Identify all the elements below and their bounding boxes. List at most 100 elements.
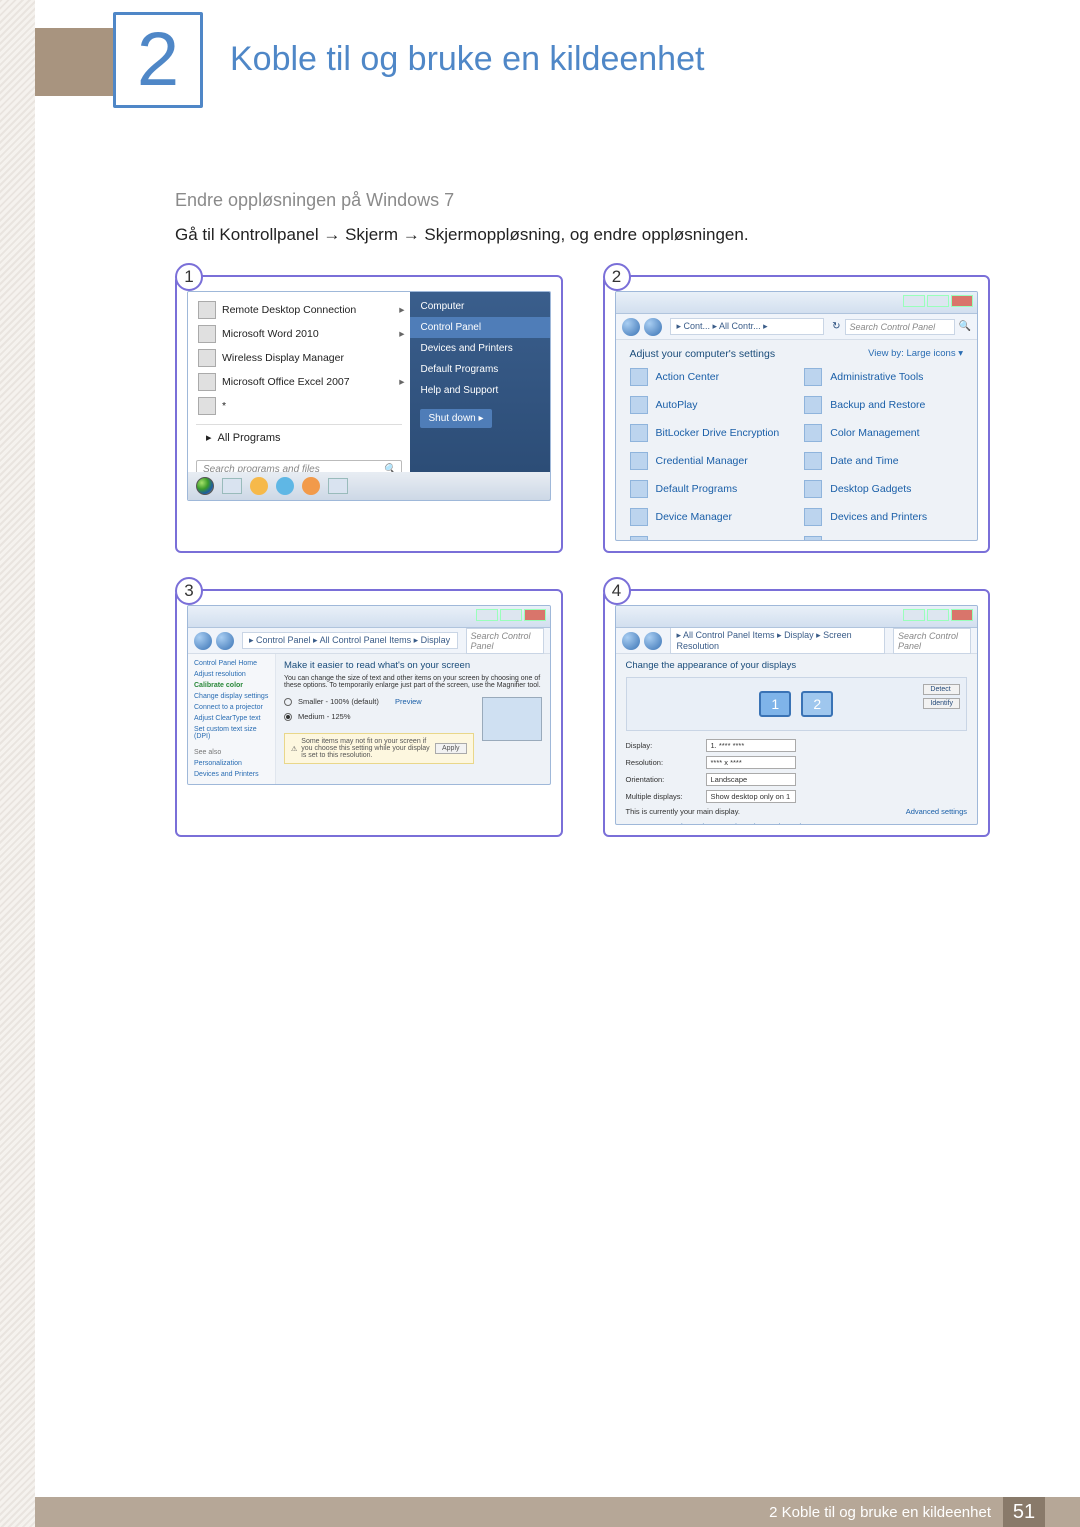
- right-panel-item[interactable]: Computer: [410, 296, 549, 317]
- display-select[interactable]: 1. **** ****: [706, 739, 796, 752]
- side-change[interactable]: Change display settings: [194, 693, 269, 700]
- cp-item[interactable]: Color Management: [804, 424, 963, 442]
- section-heading: Endre oppløsningen på Windows 7: [175, 190, 990, 211]
- window-titlebar: [188, 606, 550, 628]
- advanced-link[interactable]: Advanced settings: [906, 807, 967, 816]
- resolution-select[interactable]: **** x ****: [706, 756, 796, 769]
- section-instruction: Gå til Kontrollpanel → Skjerm → Skjermop…: [175, 225, 990, 245]
- cp-label: AutoPlay: [656, 399, 698, 411]
- side-calibrate[interactable]: Calibrate color: [194, 682, 269, 689]
- cp-item[interactable]: Display: [630, 536, 789, 541]
- search-input[interactable]: Search Control Panel: [893, 628, 971, 654]
- side-cleartype[interactable]: Adjust ClearType text: [194, 715, 269, 722]
- breadcrumb[interactable]: ▸ All Control Panel Items ▸ Display ▸ Sc…: [670, 627, 886, 654]
- refresh-icon[interactable]: ↻: [832, 321, 840, 332]
- row-display: Display:1. **** ****: [626, 739, 968, 752]
- cp-item[interactable]: Device Manager: [630, 508, 789, 526]
- cp-item[interactable]: Backup and Restore: [804, 396, 963, 414]
- cp-item[interactable]: BitLocker Drive Encryption: [630, 424, 789, 442]
- view-by-dropdown[interactable]: View by: Large icons ▾: [868, 348, 963, 360]
- apply-button[interactable]: Apply: [435, 743, 467, 754]
- side-custom[interactable]: Set custom text size (DPI): [194, 726, 269, 740]
- start-menu-item[interactable]: Microsoft Word 2010▸: [188, 322, 410, 346]
- side-pers[interactable]: Personalization: [194, 760, 269, 767]
- start-menu-item[interactable]: Microsoft Office Excel 2007▸: [188, 370, 410, 394]
- nav-forward-icon[interactable]: [644, 318, 662, 336]
- side-adjust[interactable]: Adjust resolution: [194, 671, 269, 678]
- display-heading: Make it easier to read what's on your sc…: [284, 660, 542, 671]
- label: Multiple displays:: [626, 792, 696, 801]
- cp-item[interactable]: Credential Manager: [630, 452, 789, 470]
- right-panel-item-highlight[interactable]: Control Panel: [410, 317, 549, 338]
- side-dev[interactable]: Devices and Printers: [194, 771, 269, 778]
- search-input[interactable]: Search Control Panel: [466, 628, 544, 654]
- taskbar-explorer-icon[interactable]: [222, 478, 242, 494]
- scale-option-125[interactable]: Medium - 125%: [284, 712, 474, 721]
- step-2: 2 ▸ Cont... ▸ All Contr... ▸ ↻: [603, 275, 991, 553]
- start-orb-icon[interactable]: [196, 477, 214, 495]
- cp-item[interactable]: Default Programs: [630, 480, 789, 498]
- cp-item[interactable]: Ease of Access Center: [804, 536, 963, 541]
- close-icon[interactable]: [951, 295, 973, 307]
- projector-link[interactable]: Connect to a projector (or press the ⊞ k…: [626, 822, 968, 825]
- warning-box: ⚠ Some items may not fit on your screen …: [284, 733, 474, 764]
- scale-option-100[interactable]: Smaller - 100% (default) Preview: [284, 697, 474, 706]
- orientation-select[interactable]: Landscape: [706, 773, 796, 786]
- cp-label: Display: [656, 539, 690, 541]
- taskbar: [188, 472, 550, 500]
- nav-forward-icon[interactable]: [644, 632, 662, 650]
- nav-back-icon[interactable]: [622, 632, 640, 650]
- maximize-icon[interactable]: [927, 295, 949, 307]
- cp-item[interactable]: Date and Time: [804, 452, 963, 470]
- minimize-icon[interactable]: [903, 609, 925, 621]
- minimize-icon[interactable]: [903, 295, 925, 307]
- close-icon[interactable]: [524, 609, 546, 621]
- taskbar-app-icon[interactable]: [328, 478, 348, 494]
- nav-forward-icon[interactable]: [216, 632, 234, 650]
- search-icon[interactable]: 🔍: [959, 321, 971, 332]
- start-menu-item[interactable]: Wireless Display Manager: [188, 346, 410, 370]
- cp-item[interactable]: Action Center: [630, 368, 789, 386]
- maximize-icon[interactable]: [927, 609, 949, 621]
- right-panel-item[interactable]: Devices and Printers: [410, 338, 549, 359]
- monitor-2-icon[interactable]: 2: [801, 691, 833, 717]
- right-panel-item[interactable]: Help and Support: [410, 380, 549, 401]
- side-seealso: See also: [194, 749, 269, 756]
- label: Orientation:: [626, 775, 696, 784]
- monitor-1-icon[interactable]: 1: [759, 691, 791, 717]
- cp-item[interactable]: Devices and Printers: [804, 508, 963, 526]
- shutdown-button[interactable]: Shut down ▸: [420, 409, 491, 428]
- side-home[interactable]: Control Panel Home: [194, 660, 269, 667]
- start-menu-item[interactable]: *: [188, 394, 410, 418]
- side-connect[interactable]: Connect to a projector: [194, 704, 269, 711]
- cp-item[interactable]: AutoPlay: [630, 396, 789, 414]
- detect-button[interactable]: Detect: [923, 684, 960, 695]
- identify-button[interactable]: Identify: [923, 698, 960, 709]
- multiple-select[interactable]: Show desktop only on 1: [706, 790, 796, 803]
- left-margin-pattern: [0, 0, 35, 1527]
- nav-back-icon[interactable]: [194, 632, 212, 650]
- breadcrumb[interactable]: ▸ Control Panel ▸ All Control Panel Item…: [242, 632, 458, 649]
- minimize-icon[interactable]: [476, 609, 498, 621]
- steps-grid: 1 Remote Desktop Connection▸ Microsoft W…: [175, 275, 990, 837]
- row-orientation: Orientation: Landscape: [626, 773, 968, 786]
- taskbar-wmp-icon[interactable]: [302, 477, 320, 495]
- cp-label: Ease of Access Center: [830, 539, 936, 541]
- maximize-icon[interactable]: [500, 609, 522, 621]
- explorer-toolbar: ▸ All Control Panel Items ▸ Display ▸ Sc…: [616, 628, 978, 654]
- search-input[interactable]: Search Control Panel: [845, 319, 955, 335]
- cp-item[interactable]: Administrative Tools: [804, 368, 963, 386]
- close-icon[interactable]: [951, 609, 973, 621]
- taskbar-firefox-icon[interactable]: [250, 477, 268, 495]
- breadcrumb[interactable]: ▸ Cont... ▸ All Contr... ▸: [670, 318, 825, 335]
- autoplay-icon: [630, 396, 648, 414]
- start-menu-item[interactable]: Remote Desktop Connection▸: [188, 298, 410, 322]
- nav-back-icon[interactable]: [622, 318, 640, 336]
- cp-item[interactable]: Desktop Gadgets: [804, 480, 963, 498]
- right-panel-item[interactable]: Default Programs: [410, 359, 549, 380]
- taskbar-ie-icon[interactable]: [276, 477, 294, 495]
- app-icon: [198, 301, 216, 319]
- display-main: Make it easier to read what's on your sc…: [276, 654, 550, 784]
- app-label: *: [222, 400, 226, 412]
- all-programs-link[interactable]: ▸All Programs: [196, 424, 402, 450]
